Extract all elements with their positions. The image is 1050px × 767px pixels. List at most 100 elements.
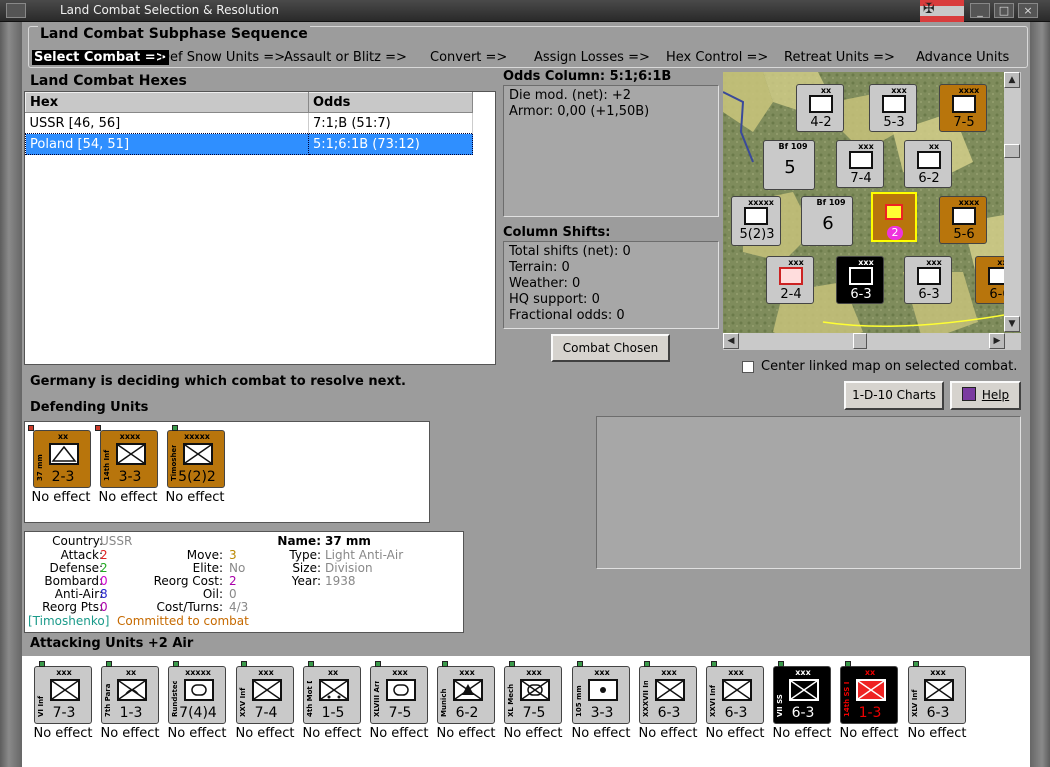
unit-size: xxx bbox=[392, 668, 408, 677]
center-map-checkbox[interactable] bbox=[742, 361, 754, 373]
unit-marker bbox=[913, 661, 919, 667]
air-counter-bf109[interactable]: Bf 109 6 bbox=[801, 196, 853, 246]
odds-cell[interactable]: 5:1;6:1B (73:12) bbox=[308, 133, 473, 155]
unit-strength: 6-3 bbox=[724, 705, 748, 721]
info-elite: No bbox=[229, 561, 246, 575]
combat-chosen-button[interactable]: Combat Chosen bbox=[551, 334, 670, 362]
attacking-unit[interactable]: xxx XXVI Inf 6-3 bbox=[706, 661, 764, 724]
unit-effect: No effect bbox=[31, 490, 91, 505]
shifts-panel: Total shifts (net): 0 Terrain: 0 Weather… bbox=[503, 241, 719, 329]
info-reorg-cost: 2 bbox=[229, 574, 237, 588]
info-country: USSR bbox=[100, 534, 133, 548]
column-header-odds[interactable]: Odds bbox=[308, 92, 473, 113]
map-counter[interactable]: xxxx 7-5 bbox=[939, 84, 987, 132]
odds-cell[interactable]: 7:1;B (51:7) bbox=[308, 112, 473, 134]
scroll-down-icon[interactable]: ▼ bbox=[1004, 316, 1020, 332]
map-counter[interactable]: xxx 6-3 bbox=[836, 256, 884, 304]
map-horizontal-scrollbar[interactable]: ◀ ▶ bbox=[723, 333, 1005, 350]
subphase-title: Land Combat Subphase Sequence bbox=[38, 26, 310, 42]
window-menu-icon[interactable] bbox=[6, 3, 26, 18]
unit-symbol-icon bbox=[588, 679, 618, 701]
map-counter[interactable]: xxx 6-3 bbox=[904, 256, 952, 304]
map-counter[interactable]: xx 6-2 bbox=[904, 140, 952, 188]
scroll-thumb-horizontal[interactable] bbox=[853, 333, 867, 349]
map-counter[interactable]: xxxxx 5(2)3 bbox=[731, 196, 781, 246]
info-size: Division bbox=[325, 561, 373, 575]
unit-strength: 7-3 bbox=[52, 705, 76, 721]
attacking-unit[interactable]: xxx XL Mech 7-5 bbox=[504, 661, 562, 724]
table-row[interactable]: USSR [46, 56] 7:1;B (51:7) bbox=[25, 112, 473, 134]
map-counter[interactable]: xxxx 5-6 bbox=[939, 196, 987, 244]
air-counter-bf109[interactable]: Bf 109 5 bbox=[763, 140, 815, 190]
unit-strength: 3-3 bbox=[590, 705, 614, 721]
maximize-icon[interactable]: □ bbox=[994, 3, 1014, 18]
unit-size: xx bbox=[125, 668, 137, 677]
column-header-hex[interactable]: Hex bbox=[25, 92, 309, 113]
charts-button[interactable]: 1-D-10 Charts bbox=[844, 381, 944, 410]
info-move: 3 bbox=[229, 548, 237, 562]
hex-cell[interactable]: Poland [54, 51] bbox=[25, 133, 309, 155]
attacking-unit[interactable]: xx 7th Para Div 1-3 bbox=[101, 661, 159, 724]
attacking-unit[interactable]: xx 14th SS Inf D. 1-3 bbox=[840, 661, 898, 724]
unit-marker bbox=[241, 661, 247, 667]
status-message: Germany is deciding which combat to reso… bbox=[30, 374, 406, 389]
minimize-icon[interactable]: _ bbox=[970, 3, 990, 18]
hex-cell[interactable]: USSR [46, 56] bbox=[25, 112, 309, 134]
unit-strength: 1-3 bbox=[858, 705, 882, 721]
map-counter[interactable]: xxx 7-4 bbox=[836, 140, 884, 188]
attacking-unit[interactable]: xxx Munich 6-2 bbox=[437, 661, 495, 724]
unit-size: xxx bbox=[795, 668, 811, 677]
map-vertical-scrollbar[interactable]: ▲ ▼ bbox=[1004, 72, 1021, 332]
attacking-unit[interactable]: xx 4th Mot Div 1-5 bbox=[303, 661, 361, 724]
soviet-infantry-symbol-icon bbox=[779, 267, 803, 285]
defending-unit-timoshenko[interactable]: xxxxx Timoshenko 5(2)2 bbox=[167, 425, 225, 488]
attacking-unit[interactable]: xxx VI Inf 7-3 bbox=[34, 661, 92, 724]
unit-size: xx bbox=[864, 668, 876, 677]
odds-panel: Die mod. (net): +2 Armor: 0,00 (+1,50B) bbox=[503, 85, 719, 217]
unit-symbol-icon bbox=[453, 679, 483, 701]
unit-symbol-icon bbox=[924, 679, 954, 701]
info-attack: 2 bbox=[100, 548, 108, 562]
scroll-thumb-vertical[interactable] bbox=[1004, 144, 1020, 158]
unit-marker bbox=[375, 661, 381, 667]
unit-symbol-icon bbox=[789, 679, 819, 701]
map-counter[interactable]: xx 4-2 bbox=[796, 84, 844, 132]
unit-strength: 6-3 bbox=[926, 705, 950, 721]
infantry-symbol-icon bbox=[116, 443, 146, 465]
info-hq: [Timoshenko] bbox=[28, 614, 110, 628]
attacking-unit[interactable]: xxx 105 mm 3-3 bbox=[572, 661, 630, 724]
help-button[interactable]: Help bbox=[950, 381, 1021, 410]
defending-unit-37mm[interactable]: xx 37 mm 2-3 bbox=[28, 425, 91, 488]
unit-marker bbox=[577, 661, 583, 667]
attacking-unit[interactable]: xxxxx Rundstedt 7(4)4 bbox=[168, 661, 226, 724]
close-icon[interactable]: × bbox=[1018, 3, 1038, 18]
scroll-left-icon[interactable]: ◀ bbox=[723, 333, 739, 349]
unit-strength: 7-5 bbox=[388, 705, 412, 721]
table-row-selected[interactable]: Poland [54, 51] 5:1;6:1B (73:12) bbox=[25, 133, 473, 155]
step-def-snow-units: Def Snow Units => bbox=[160, 50, 286, 65]
unit-size: xxx bbox=[661, 668, 677, 677]
unit-strength: 6-3 bbox=[657, 705, 681, 721]
scroll-up-icon[interactable]: ▲ bbox=[1004, 72, 1020, 88]
odds-title: Odds Column: 5:1;6:1B bbox=[503, 69, 672, 84]
attacking-unit[interactable]: xxx XXXVII Inf 6-3 bbox=[639, 661, 697, 724]
attacking-unit[interactable]: xxx VII SS 6-3 bbox=[773, 661, 831, 724]
map-counter[interactable]: xxx 5-3 bbox=[869, 84, 917, 132]
unit-size: xxxxx bbox=[185, 668, 211, 677]
attacking-unit[interactable]: xxx XLV Inf 6-3 bbox=[908, 661, 966, 724]
combat-explosion-icon[interactable]: 2 bbox=[871, 192, 917, 242]
infantry-symbol-icon bbox=[809, 95, 833, 113]
hexes-list: Hex Odds USSR [46, 56] 7:1;B (51:7) Pola… bbox=[24, 91, 496, 365]
attacking-unit[interactable]: xxx XXV Inf 7-4 bbox=[236, 661, 294, 724]
scroll-right-icon[interactable]: ▶ bbox=[989, 333, 1005, 349]
linked-map[interactable]: xx 4-2 xxx 5-3 xxxx 7-5 Bf 109 5 xxx 7-4… bbox=[723, 72, 1021, 350]
infantry-symbol-icon bbox=[744, 207, 768, 225]
unit-strength: 1-3 bbox=[119, 705, 143, 721]
unit-marker bbox=[644, 661, 650, 667]
map-counter[interactable]: xxx 2-4 bbox=[766, 256, 814, 304]
hq-infantry-symbol-icon bbox=[183, 443, 213, 465]
defending-unit-14th-inf[interactable]: xxxx 14th Inf 3-3 bbox=[95, 425, 158, 488]
unit-marker bbox=[173, 661, 179, 667]
unit-effect: No effect bbox=[638, 726, 698, 741]
attacking-unit[interactable]: xxx XLVIII Arm 7-5 bbox=[370, 661, 428, 724]
